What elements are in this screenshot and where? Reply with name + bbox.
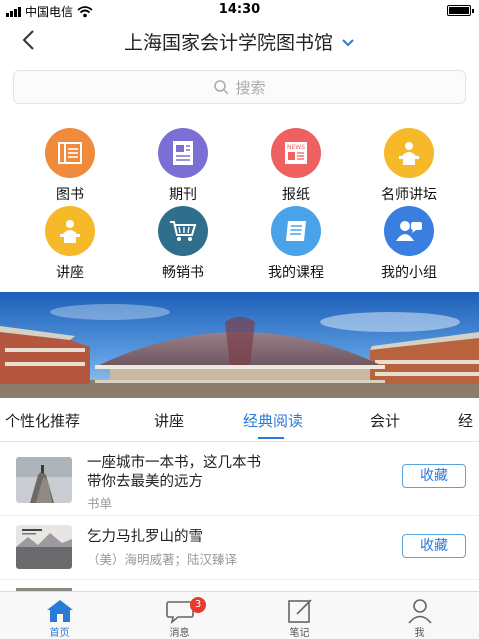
tab-profile[interactable]: 我: [360, 592, 479, 639]
tab-next[interactable]: 经: [458, 410, 473, 431]
tab-notes[interactable]: 笔记: [240, 592, 359, 639]
lecture-podium-icon: [45, 206, 95, 256]
book-icon: [45, 128, 95, 178]
unread-badge: 3: [190, 597, 206, 613]
grid-item-famous-lecturers[interactable]: 名师讲坛: [359, 128, 459, 204]
grid-label: 期刊: [169, 187, 197, 203]
status-bar: 中国电信 14:30: [0, 0, 479, 20]
item-title-line2: 带你去最美的远方: [87, 474, 203, 490]
battery-icon: [447, 5, 474, 16]
search-placeholder: 搜索: [235, 78, 266, 97]
profile-icon: [408, 599, 432, 624]
book-cover-thumbnail: [16, 525, 72, 569]
search-input[interactable]: 搜索: [13, 70, 466, 104]
status-time: 14:30: [218, 2, 261, 17]
grid-item-newspapers[interactable]: NEWS 报纸: [246, 128, 346, 204]
tab-personalized[interactable]: 个性化推荐: [5, 410, 80, 431]
grid-item-books[interactable]: 图书: [20, 128, 120, 204]
grid-label: 我的小组: [381, 265, 437, 281]
shopping-cart-icon: [158, 206, 208, 256]
tab-label: 消息: [169, 628, 190, 639]
grid-item-my-courses[interactable]: 我的课程: [246, 206, 346, 282]
campus-building-image: [0, 292, 479, 398]
tab-messages[interactable]: 3 消息: [120, 592, 239, 639]
tab-classic-reading[interactable]: 经典阅读: [243, 410, 303, 431]
campus-banner[interactable]: [0, 292, 479, 398]
svg-text:NEWS: NEWS: [287, 144, 305, 151]
journal-icon: [158, 128, 208, 178]
favorite-button[interactable]: 收藏: [402, 464, 466, 488]
tab-label: 首页: [49, 628, 70, 639]
tab-label: 我: [414, 628, 425, 639]
grid-item-lectures[interactable]: 讲座: [20, 206, 120, 282]
item-subtitle: 书单: [87, 496, 113, 511]
bottom-tab-bar: 首页 3 消息 笔记 我: [0, 591, 479, 639]
lecturer-podium-icon: [384, 128, 434, 178]
favorite-button[interactable]: 收藏: [402, 534, 466, 558]
grid-item-journals[interactable]: 期刊: [133, 128, 233, 204]
course-icon: [271, 206, 321, 256]
category-tabs: 个性化推荐 讲座 经典阅读 会计 经: [0, 398, 479, 442]
chevron-down-icon: [342, 38, 354, 46]
nav-title-wrap: 上海国家会计学院图书馆: [0, 28, 479, 55]
book-cover-thumbnail: [16, 457, 72, 503]
tab-home[interactable]: 首页: [0, 592, 119, 639]
grid-item-bestsellers[interactable]: 畅销书: [133, 206, 233, 282]
grid-label: 名师讲坛: [381, 187, 437, 203]
search-icon: [214, 80, 230, 95]
tab-label: 笔记: [289, 628, 310, 639]
note-icon: [288, 599, 312, 623]
item-title-line1: 一座城市一本书，这几本书: [87, 455, 261, 471]
grid-label: 图书: [56, 187, 84, 203]
grid-label: 讲座: [56, 265, 84, 281]
grid-label: 畅销书: [162, 265, 204, 281]
grid-label: 报纸: [282, 187, 310, 203]
page-title: 上海国家会计学院图书馆: [123, 32, 333, 54]
group-icon: [384, 206, 434, 256]
library-selector[interactable]: 上海国家会计学院图书馆: [124, 28, 355, 55]
item-author: （美）海明威著；陆汉臻译: [87, 552, 238, 567]
tab-lectures[interactable]: 讲座: [154, 410, 184, 431]
tab-accounting[interactable]: 会计: [370, 410, 400, 431]
grid-label: 我的课程: [268, 265, 324, 281]
newspaper-icon: NEWS: [271, 128, 321, 178]
home-icon: [47, 600, 73, 622]
grid-item-my-groups[interactable]: 我的小组: [359, 206, 459, 282]
active-tab-indicator: [258, 437, 284, 439]
nav-bar: 上海国家会计学院图书馆: [0, 22, 479, 62]
list-item-partial[interactable]: [0, 580, 479, 591]
item-title: 乞力马扎罗山的雪: [87, 529, 203, 545]
list-item[interactable]: 乞力马扎罗山的雪 （美）海明威著；陆汉臻译 收藏: [0, 516, 479, 580]
list-item[interactable]: 一座城市一本书，这几本书 带你去最美的远方 书单 收藏: [0, 446, 479, 516]
